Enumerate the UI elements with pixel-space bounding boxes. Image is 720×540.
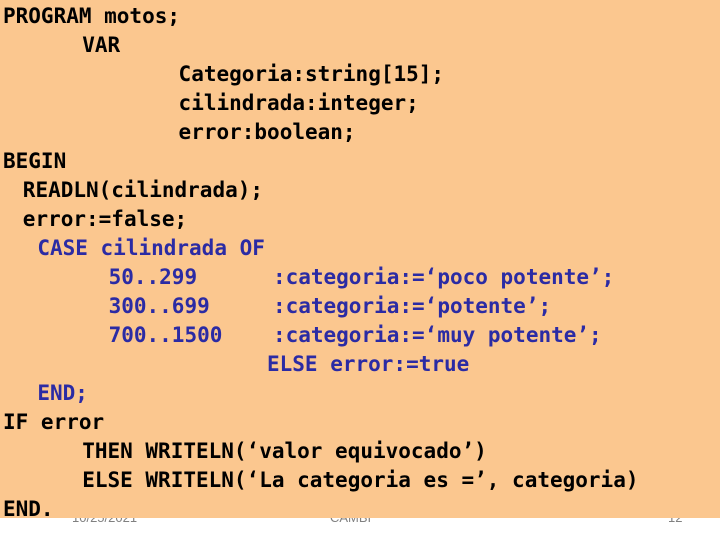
footer-date: 10/25/2021: [72, 518, 137, 525]
code-line: ELSE error:=true: [267, 352, 470, 376]
code-line: THEN WRITELN(‘valor equivocado’): [82, 439, 487, 463]
code-line: READLN(cilindrada);: [22, 178, 264, 202]
code-line: 50..299 :categoria:=‘poco potente’;: [108, 265, 615, 289]
code-line: VAR: [82, 33, 121, 57]
code-line: cilindrada:integer;: [178, 91, 419, 115]
footer-page-number: 12: [668, 518, 682, 525]
code-line: IF error: [3, 410, 105, 434]
slide-canvas: PROGRAM motos; VAR Categoria:string[15]; ci…: [0, 0, 720, 540]
code-line: Categoria:string[15];: [178, 62, 445, 86]
pascal-code-panel: PROGRAM motos; VAR Categoria:string[15]; ci…: [0, 0, 720, 518]
code-line: error:boolean;: [178, 120, 356, 144]
code-line: PROGRAM motos;: [3, 4, 181, 28]
code-line: ELSE WRITELN(‘La categoria es =’, catego…: [82, 468, 639, 492]
code-line: END;: [37, 381, 88, 405]
code-line: error:=false;: [22, 207, 188, 231]
slide-footer: 10/25/2021 CAMBI 12: [0, 518, 720, 540]
code-line: CASE cilindrada OF: [37, 236, 265, 260]
footer-title: CAMBI: [330, 518, 371, 525]
code-line: 300..699 :categoria:=‘potente’;: [108, 294, 552, 318]
code-line: BEGIN: [3, 149, 67, 173]
code-line: 700..1500 :categoria:=‘muy potente’;: [108, 323, 602, 347]
code-line: END.: [3, 497, 54, 518]
